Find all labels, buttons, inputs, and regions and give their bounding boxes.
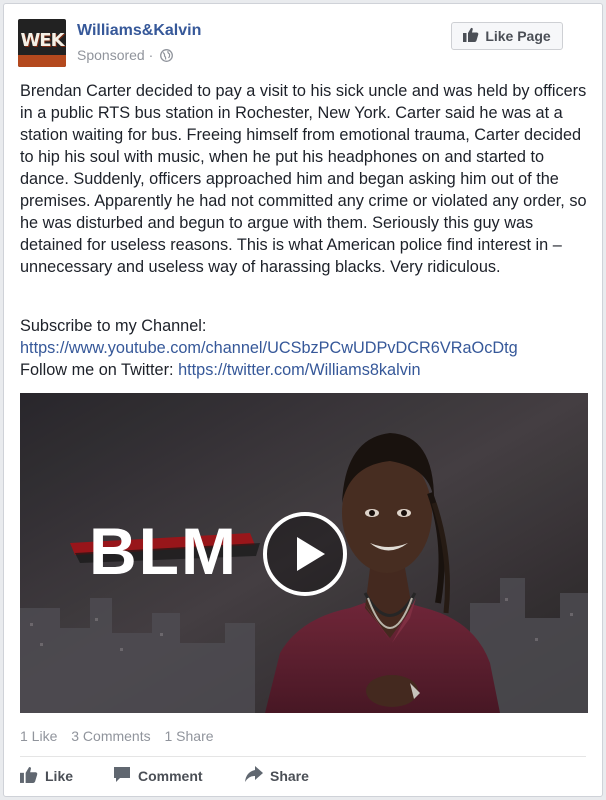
subscribe-label: Subscribe to my Channel: bbox=[20, 317, 207, 335]
play-icon bbox=[297, 537, 325, 571]
globe-icon[interactable] bbox=[160, 49, 174, 65]
like-page-label: Like Page bbox=[485, 28, 551, 44]
thumbs-up-icon bbox=[20, 766, 38, 786]
actions-divider bbox=[20, 756, 586, 757]
avatar-logo-text: WEK bbox=[20, 30, 64, 51]
sponsored-label[interactable]: Sponsored bbox=[77, 47, 145, 63]
page-name-link[interactable]: Williams&Kalvin bbox=[77, 22, 201, 40]
meta-separator: · bbox=[148, 47, 154, 63]
post-links: Subscribe to my Channel: https://www.you… bbox=[20, 315, 590, 381]
like-button[interactable]: Like bbox=[20, 766, 73, 786]
like-label: Like bbox=[45, 768, 74, 784]
share-icon bbox=[245, 766, 263, 785]
share-button[interactable]: Share bbox=[245, 766, 309, 785]
video-player[interactable]: BLM bbox=[20, 393, 588, 713]
twitter-link[interactable]: https://twitter.com/Williams8kalvin bbox=[178, 361, 420, 379]
comment-icon bbox=[113, 766, 131, 786]
like-page-button[interactable]: Like Page bbox=[451, 22, 563, 50]
avatar-band bbox=[18, 55, 66, 67]
share-label: Share bbox=[270, 767, 309, 784]
thumbs-up-icon bbox=[463, 27, 479, 45]
engagement-stats: 1 Like 3 Comments 1 Share bbox=[20, 728, 224, 744]
page-avatar[interactable]: WEK bbox=[18, 19, 66, 67]
youtube-channel-link[interactable]: https://www.youtube.com/channel/UCSbzPCw… bbox=[20, 337, 590, 359]
post-header: WEK Williams&Kalvin Sponsored · Like Pag… bbox=[18, 19, 588, 69]
post-body-text: Brendan Carter decided to pay a visit to… bbox=[20, 82, 587, 276]
sponsored-post-card: WEK Williams&Kalvin Sponsored · Like Pag… bbox=[3, 3, 603, 797]
comments-count[interactable]: 3 Comments bbox=[71, 728, 150, 744]
comment-label: Comment bbox=[138, 768, 203, 784]
likes-count[interactable]: 1 Like bbox=[20, 728, 57, 744]
twitter-label: Follow me on Twitter: bbox=[20, 361, 174, 379]
twitter-line: Follow me on Twitter: https://twitter.co… bbox=[20, 359, 590, 381]
play-button[interactable] bbox=[263, 512, 347, 596]
shares-count[interactable]: 1 Share bbox=[165, 728, 214, 744]
video-overlay-title: BLM bbox=[89, 514, 238, 588]
sponsored-meta: Sponsored · bbox=[77, 47, 174, 65]
comment-button[interactable]: Comment bbox=[113, 766, 203, 786]
